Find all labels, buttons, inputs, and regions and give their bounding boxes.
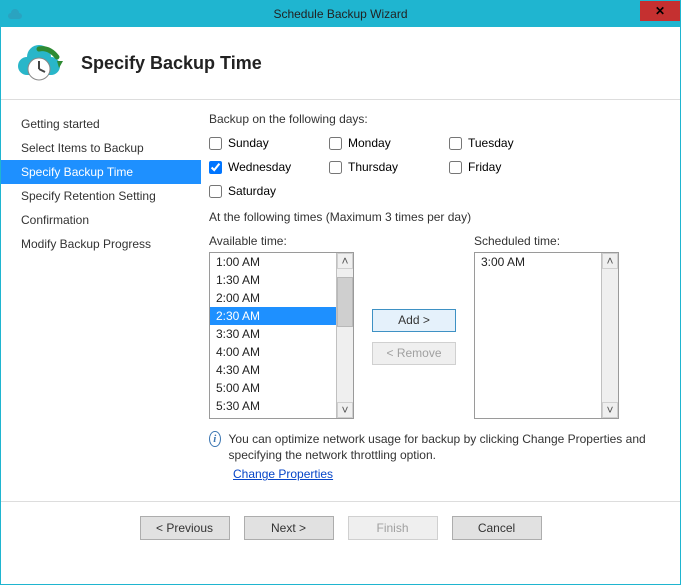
wizard-icon <box>17 39 65 87</box>
app-icon <box>7 6 23 22</box>
sidebar-item-modify-backup-progress[interactable]: Modify Backup Progress <box>1 232 201 256</box>
sidebar-item-select-items-to-backup[interactable]: Select Items to Backup <box>1 136 201 160</box>
info-row: i You can optimize network usage for bac… <box>209 431 656 463</box>
available-time-option[interactable]: 4:30 AM <box>210 361 336 379</box>
close-button[interactable]: ✕ <box>640 1 680 21</box>
remove-button[interactable]: < Remove <box>372 342 456 365</box>
chevron-down-icon: ˅ <box>341 403 348 417</box>
days-section-label: Backup on the following days: <box>209 112 656 126</box>
info-text: You can optimize network usage for backu… <box>229 431 656 463</box>
day-label: Monday <box>348 136 391 150</box>
day-checkbox-wednesday[interactable]: Wednesday <box>209 160 329 174</box>
chevron-up-icon: ˄ <box>341 254 348 268</box>
chevron-down-icon: ˅ <box>606 403 613 417</box>
day-label: Wednesday <box>228 160 291 174</box>
window-title: Schedule Backup Wizard <box>1 7 680 21</box>
scroll-down-button[interactable]: ˅ <box>602 402 618 418</box>
sidebar-item-specify-retention-setting[interactable]: Specify Retention Setting <box>1 184 201 208</box>
scheduled-time-option[interactable]: 3:00 AM <box>475 253 601 271</box>
available-time-option[interactable]: 1:00 AM <box>210 253 336 271</box>
page-title: Specify Backup Time <box>81 53 262 74</box>
day-checkbox-monday[interactable]: Monday <box>329 136 449 150</box>
times-section-label: At the following times (Maximum 3 times … <box>209 210 656 224</box>
cancel-button[interactable]: Cancel <box>452 516 542 540</box>
available-time-option[interactable]: 2:30 AM <box>210 307 336 325</box>
scroll-thumb[interactable] <box>337 277 353 327</box>
close-icon: ✕ <box>655 4 665 18</box>
info-icon: i <box>209 431 221 447</box>
scheduled-label: Scheduled time: <box>474 234 619 248</box>
scroll-down-button[interactable]: ˅ <box>337 402 353 418</box>
content-area: Backup on the following days: Sunday Mond… <box>201 104 680 489</box>
checkbox-input[interactable] <box>209 185 222 198</box>
sidebar-item-getting-started[interactable]: Getting started <box>1 112 201 136</box>
available-time-option[interactable]: 5:00 AM <box>210 379 336 397</box>
checkbox-input[interactable] <box>449 137 462 150</box>
day-checkbox-tuesday[interactable]: Tuesday <box>449 136 569 150</box>
day-checkbox-thursday[interactable]: Thursday <box>329 160 449 174</box>
scrollbar[interactable]: ˄ ˅ <box>601 253 618 418</box>
checkbox-input[interactable] <box>209 137 222 150</box>
checkbox-input[interactable] <box>329 161 342 174</box>
scroll-track[interactable] <box>602 269 618 402</box>
available-time-option[interactable]: 1:30 AM <box>210 271 336 289</box>
next-button[interactable]: Next > <box>244 516 334 540</box>
day-label: Tuesday <box>468 136 514 150</box>
change-properties-link[interactable]: Change Properties <box>233 467 333 481</box>
days-grid: Sunday Monday Tuesday Wednesday Thursday Frid… <box>209 136 656 198</box>
available-label: Available time: <box>209 234 354 248</box>
checkbox-input[interactable] <box>209 161 222 174</box>
day-label: Friday <box>468 160 501 174</box>
available-time-option[interactable]: 3:30 AM <box>210 325 336 343</box>
day-checkbox-friday[interactable]: Friday <box>449 160 569 174</box>
header: Specify Backup Time <box>1 27 680 95</box>
title-bar: Schedule Backup Wizard ✕ <box>1 1 680 27</box>
available-listbox[interactable]: 1:00 AM1:30 AM2:00 AM2:30 AM3:30 AM4:00 … <box>209 252 354 419</box>
scroll-track[interactable] <box>337 269 353 402</box>
previous-button[interactable]: < Previous <box>140 516 230 540</box>
checkbox-input[interactable] <box>449 161 462 174</box>
add-button[interactable]: Add > <box>372 309 456 332</box>
available-time-option[interactable]: 4:00 AM <box>210 343 336 361</box>
scrollbar[interactable]: ˄ ˅ <box>336 253 353 418</box>
sidebar-item-specify-backup-time[interactable]: Specify Backup Time <box>1 160 201 184</box>
scroll-up-button[interactable]: ˄ <box>602 253 618 269</box>
day-label: Thursday <box>348 160 398 174</box>
finish-button[interactable]: Finish <box>348 516 438 540</box>
wizard-sidebar: Getting startedSelect Items to BackupSpe… <box>1 104 201 489</box>
footer-buttons: < Previous Next > Finish Cancel <box>1 501 680 558</box>
day-label: Saturday <box>228 184 276 198</box>
scroll-up-button[interactable]: ˄ <box>337 253 353 269</box>
day-checkbox-saturday[interactable]: Saturday <box>209 184 329 198</box>
checkbox-input[interactable] <box>329 137 342 150</box>
available-time-option[interactable]: 2:00 AM <box>210 289 336 307</box>
scheduled-listbox[interactable]: 3:00 AM ˄ ˅ <box>474 252 619 419</box>
day-label: Sunday <box>228 136 269 150</box>
sidebar-item-confirmation[interactable]: Confirmation <box>1 208 201 232</box>
chevron-up-icon: ˄ <box>606 254 613 268</box>
day-checkbox-sunday[interactable]: Sunday <box>209 136 329 150</box>
available-time-option[interactable]: 5:30 AM <box>210 397 336 415</box>
available-time-option[interactable]: 6:00 AM <box>210 415 336 418</box>
divider <box>1 99 680 100</box>
